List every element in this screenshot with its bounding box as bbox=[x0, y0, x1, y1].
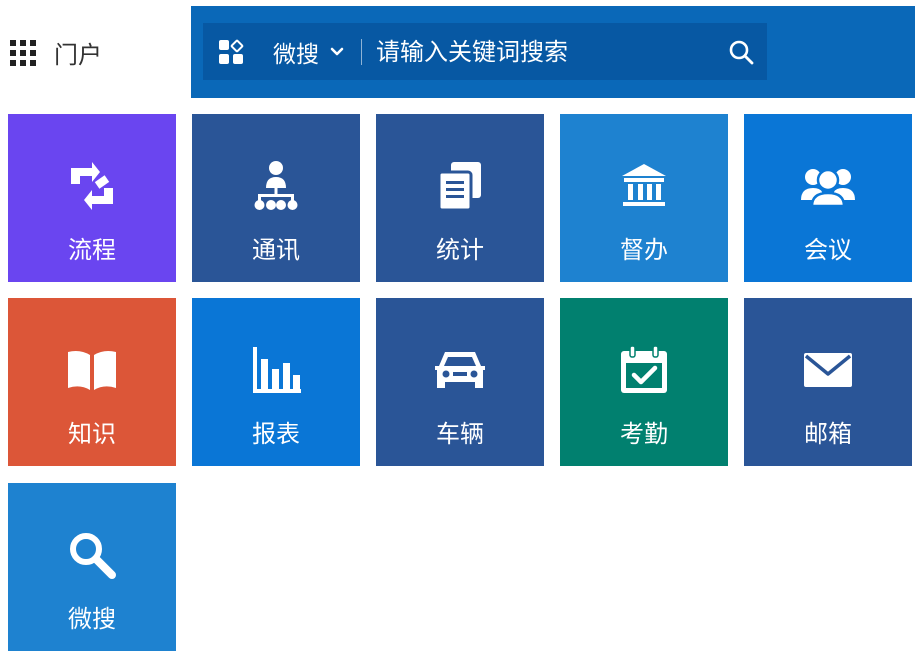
bar-chart-icon bbox=[248, 342, 304, 398]
tile-label: 通讯 bbox=[252, 236, 300, 264]
process-icon bbox=[64, 158, 120, 214]
tile-statistics[interactable]: 统计 bbox=[376, 114, 544, 282]
portal-label: 门户 bbox=[54, 40, 102, 69]
search-scope-select[interactable]: 微搜 bbox=[259, 35, 345, 69]
app-switch-button[interactable] bbox=[203, 23, 259, 80]
calendar-check-icon bbox=[616, 342, 672, 398]
tile-label: 报表 bbox=[252, 420, 300, 448]
search-icon bbox=[729, 40, 754, 64]
tile-vehicles[interactable]: 车辆 bbox=[376, 298, 544, 466]
tile-attendance[interactable]: 考勤 bbox=[560, 298, 728, 466]
tile-search[interactable]: 微搜 bbox=[8, 483, 176, 651]
tile-reports[interactable]: 报表 bbox=[192, 298, 360, 466]
tile-label: 微搜 bbox=[68, 605, 116, 633]
tile-meeting[interactable]: 会议 bbox=[744, 114, 912, 282]
tile-contacts[interactable]: 通讯 bbox=[192, 114, 360, 282]
search-button[interactable] bbox=[715, 23, 767, 80]
car-icon bbox=[432, 342, 488, 398]
open-book-icon bbox=[64, 342, 120, 398]
bank-building-icon bbox=[616, 158, 672, 214]
org-chart-icon bbox=[248, 158, 304, 214]
documents-icon bbox=[432, 158, 488, 214]
tile-process[interactable]: 流程 bbox=[8, 114, 176, 282]
tile-knowledge[interactable]: 知识 bbox=[8, 298, 176, 466]
search-bar: 微搜 bbox=[203, 23, 767, 80]
search-scope-label: 微搜 bbox=[273, 41, 319, 68]
tile-label: 车辆 bbox=[436, 420, 484, 448]
search-divider bbox=[361, 38, 362, 65]
tile-supervision[interactable]: 督办 bbox=[560, 114, 728, 282]
chevron-down-icon bbox=[330, 47, 344, 55]
apps-icon bbox=[219, 39, 244, 64]
tile-label: 会议 bbox=[804, 236, 852, 264]
tile-mailbox[interactable]: 邮箱 bbox=[744, 298, 912, 466]
portal-menu[interactable]: 门户 bbox=[8, 34, 102, 70]
search-icon bbox=[64, 527, 120, 583]
mail-icon bbox=[800, 342, 856, 398]
header-bar: 微搜 bbox=[191, 6, 915, 98]
search-input[interactable] bbox=[376, 37, 715, 66]
tile-label: 考勤 bbox=[620, 420, 668, 448]
grid-menu-icon bbox=[8, 37, 38, 67]
tile-label: 流程 bbox=[68, 236, 116, 264]
tile-label: 知识 bbox=[68, 420, 116, 448]
people-group-icon bbox=[800, 158, 856, 214]
tile-label: 邮箱 bbox=[804, 420, 852, 448]
tile-label: 督办 bbox=[620, 236, 668, 264]
tile-label: 统计 bbox=[436, 236, 484, 264]
